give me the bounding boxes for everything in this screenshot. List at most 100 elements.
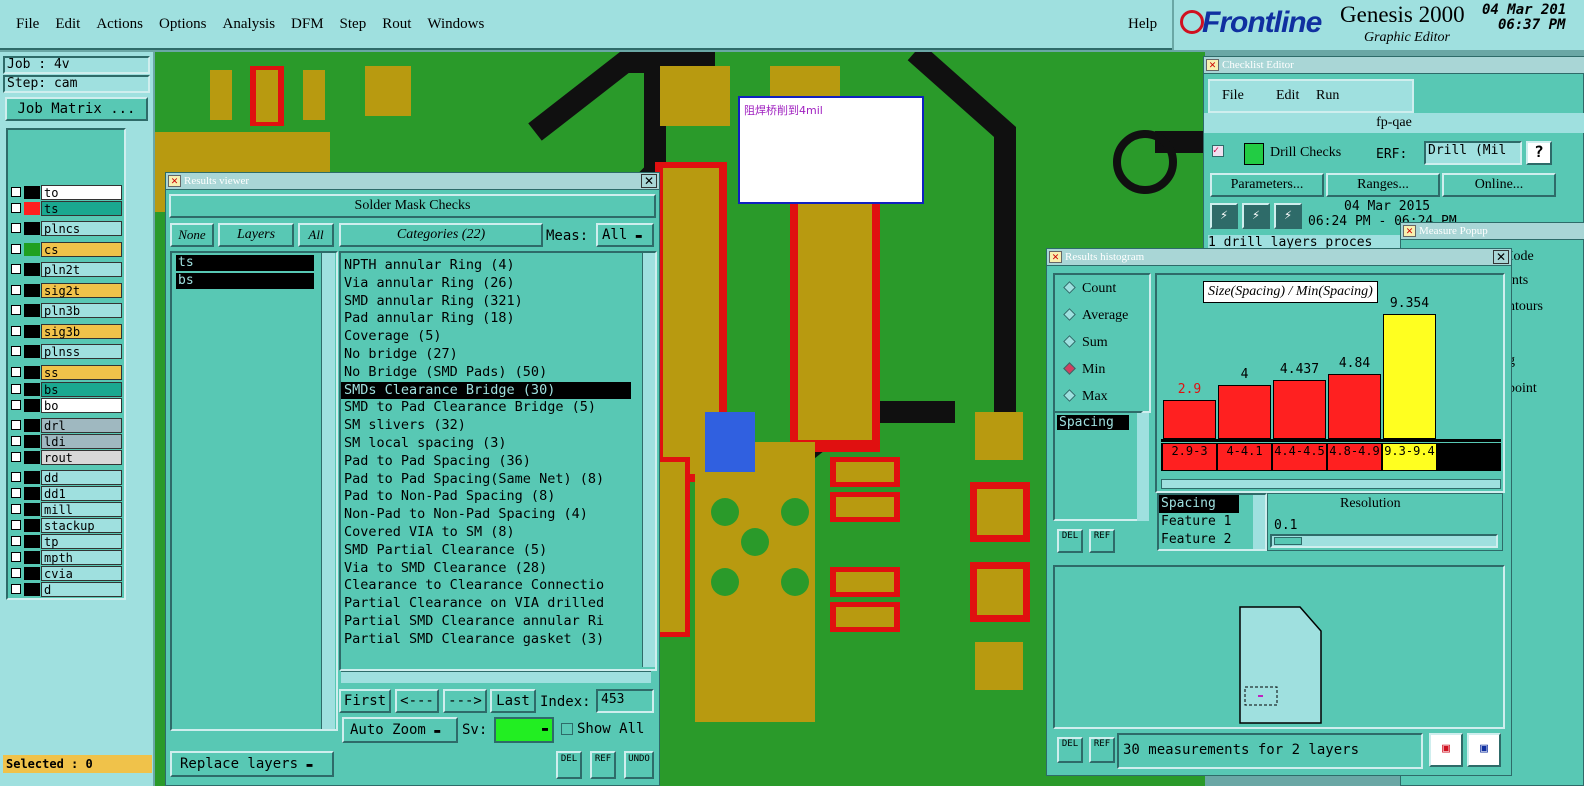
layer-row[interactable]: cvia xyxy=(9,566,122,581)
attribute-scrollbar[interactable] xyxy=(1253,495,1265,549)
layer-row[interactable]: tp xyxy=(9,534,122,549)
layer-row[interactable]: cs xyxy=(9,242,122,257)
layer-name[interactable]: bo xyxy=(41,398,122,413)
sv-color-dropdown[interactable]: ▬ xyxy=(494,717,554,743)
mode-radio-sum[interactable]: Sum xyxy=(1063,335,1108,351)
histogram-bar[interactable] xyxy=(1383,314,1436,439)
ranges-button[interactable]: Ranges... xyxy=(1326,173,1440,197)
menu-edit[interactable]: Edit xyxy=(1276,88,1299,104)
category-item[interactable]: Via annular Ring (26) xyxy=(341,275,631,293)
layer-name[interactable]: d xyxy=(41,582,122,597)
histogram-bar[interactable] xyxy=(1218,385,1271,439)
layer-checkbox[interactable] xyxy=(11,187,21,197)
last-button[interactable]: Last xyxy=(490,689,536,713)
menu-windows[interactable]: Windows xyxy=(427,16,484,32)
layer-checkbox[interactable] xyxy=(11,452,21,462)
mode-radio-max[interactable]: Max xyxy=(1063,389,1108,405)
category-item[interactable]: SMD to Pad Clearance Bridge (5) xyxy=(341,399,631,417)
category-item[interactable]: SMD annular Ring (321) xyxy=(341,293,631,311)
category-item[interactable]: NPTH annular Ring (4) xyxy=(341,257,631,275)
layer-row[interactable]: to xyxy=(9,185,122,200)
layer-checkbox[interactable] xyxy=(11,420,21,430)
layer-row[interactable]: mpth xyxy=(9,550,122,565)
layer-name[interactable]: stackup xyxy=(41,518,122,533)
layer-checkbox[interactable] xyxy=(11,285,21,295)
layer-color-swatch[interactable] xyxy=(24,535,40,548)
layer-row[interactable]: ldi xyxy=(9,434,122,449)
histogram-bar[interactable] xyxy=(1163,400,1216,439)
layer-name[interactable]: ldi xyxy=(41,434,122,449)
measure-list[interactable]: Spacing xyxy=(1053,411,1143,521)
histogram-bar[interactable] xyxy=(1273,380,1326,439)
layer-color-swatch[interactable] xyxy=(24,243,40,256)
mode-radio-count[interactable]: Count xyxy=(1063,281,1116,297)
menu-step[interactable]: Step xyxy=(340,16,367,32)
layer-name[interactable]: dd1 xyxy=(41,486,122,501)
menu-run[interactable]: Run xyxy=(1316,88,1339,104)
layer-color-swatch[interactable] xyxy=(24,325,40,338)
ref-button[interactable]: REF xyxy=(1089,529,1115,553)
layer-name[interactable]: drl xyxy=(41,418,122,433)
category-item[interactable]: No bridge (27) xyxy=(341,346,631,364)
layer-color-swatch[interactable] xyxy=(24,435,40,448)
close-icon[interactable]: ✕ xyxy=(641,174,657,188)
attribute-item[interactable]: Spacing xyxy=(1159,495,1239,513)
layer-row[interactable]: drl xyxy=(9,418,122,433)
menu-options[interactable]: Options xyxy=(159,16,207,32)
category-item[interactable]: SMDs Clearance Bridge (30) xyxy=(341,381,631,400)
layer-checkbox[interactable] xyxy=(11,568,21,578)
category-item[interactable]: Covered VIA to SM (8) xyxy=(341,524,631,542)
layer-checkbox[interactable] xyxy=(11,520,21,530)
layer-checkbox[interactable] xyxy=(11,367,21,377)
category-item[interactable]: SM local spacing (3) xyxy=(341,435,631,453)
layer-row[interactable]: dd1 xyxy=(9,486,122,501)
layer-name[interactable]: ss xyxy=(41,365,122,380)
category-item[interactable]: Pad to Non-Pad Spacing (8) xyxy=(341,488,631,506)
layer-row[interactable]: rout xyxy=(9,450,122,465)
layer-checkbox[interactable] xyxy=(11,488,21,498)
layer-row[interactable]: pln2t xyxy=(9,262,122,277)
next-result-icon[interactable]: ▣ xyxy=(1467,733,1501,767)
layer-name[interactable]: rout xyxy=(41,450,122,465)
radio-icon[interactable] xyxy=(1063,335,1076,348)
layer-list-scrollbar[interactable] xyxy=(321,253,335,729)
layer-checkbox[interactable] xyxy=(11,472,21,482)
layer-checkbox[interactable] xyxy=(11,384,21,394)
radio-icon[interactable] xyxy=(1063,308,1076,321)
layer-color-swatch[interactable] xyxy=(24,419,40,432)
run-all-icon[interactable]: ⚡ xyxy=(1242,203,1270,229)
job-matrix-button[interactable]: Job Matrix ... xyxy=(5,97,148,121)
result-layer-item[interactable]: bs xyxy=(176,273,314,289)
layer-name[interactable]: plnss xyxy=(41,344,122,359)
layer-color-swatch[interactable] xyxy=(24,383,40,396)
radio-icon[interactable] xyxy=(1063,362,1076,375)
layer-name[interactable]: plncs xyxy=(41,221,122,236)
layer-name[interactable]: cs xyxy=(41,242,122,257)
layer-checkbox[interactable] xyxy=(11,244,21,254)
layer-color-swatch[interactable] xyxy=(24,399,40,412)
ref-button-bottom[interactable]: REF xyxy=(1089,737,1115,763)
del-button[interactable]: DEL xyxy=(556,751,582,779)
category-item[interactable]: Pad to Pad Spacing(Same Net) (8) xyxy=(341,471,631,489)
menu-file[interactable]: File xyxy=(16,16,39,32)
annotation-note[interactable]: 阻焊桥削到4mil xyxy=(738,96,924,204)
drill-check-toggle[interactable]: ✓ xyxy=(1212,145,1224,157)
category-scrollbar[interactable] xyxy=(642,253,655,667)
layer-name[interactable]: bs xyxy=(41,382,122,397)
help-menu[interactable]: Help xyxy=(1128,16,1157,33)
auto-zoom-button[interactable]: Auto Zoom ▬ xyxy=(342,717,458,743)
layer-checkbox[interactable] xyxy=(11,346,21,356)
category-item[interactable]: Partial SMD Clearance annular Ri xyxy=(341,613,631,631)
categories-button[interactable]: Categories (22) xyxy=(339,223,543,247)
resolution-slider[interactable] xyxy=(1270,534,1498,548)
close-icon[interactable]: ✕ xyxy=(1493,250,1509,264)
category-item[interactable]: Pad annular Ring (18) xyxy=(341,310,631,328)
category-list[interactable]: NPTH annular Ring (4) Via annular Ring (2… xyxy=(339,251,657,671)
layer-row[interactable]: plnss xyxy=(9,344,122,359)
layer-color-swatch[interactable] xyxy=(24,551,40,564)
menu-dfm[interactable]: DFM xyxy=(291,16,324,32)
layer-row[interactable]: stackup xyxy=(9,518,122,533)
category-item[interactable]: Non-Pad to Non-Pad Spacing (4) xyxy=(341,506,631,524)
erf-input[interactable]: Drill (Mil xyxy=(1424,141,1522,165)
ref-button[interactable]: REF xyxy=(590,751,616,779)
